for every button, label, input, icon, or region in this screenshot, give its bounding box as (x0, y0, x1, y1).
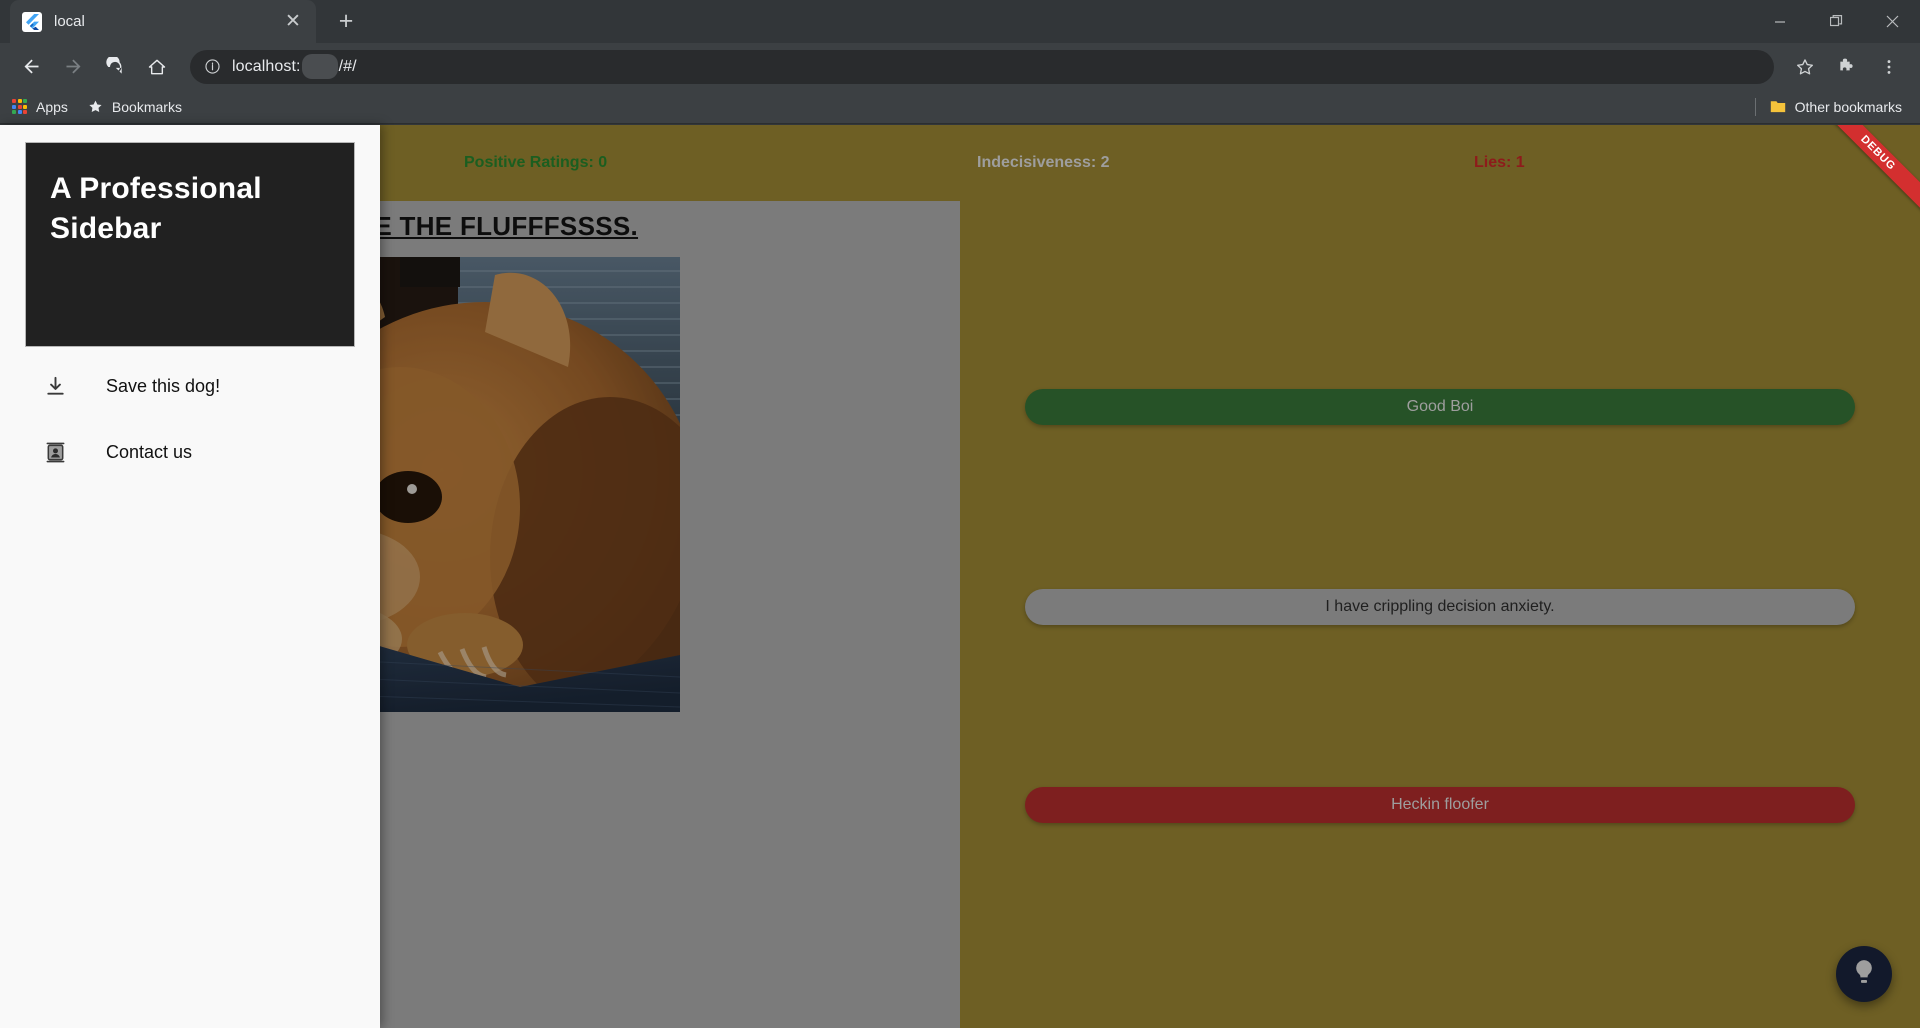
forward-arrow-icon[interactable] (52, 46, 94, 88)
download-icon (42, 375, 68, 398)
sidebar-item-contact-us[interactable]: Contact us (0, 425, 380, 479)
sidebar-header: A Professional Sidebar (25, 142, 355, 347)
info-circle-icon[interactable] (204, 58, 221, 75)
folder-icon (1770, 99, 1786, 114)
sidebar-header-title: A Professional Sidebar (50, 172, 262, 245)
bookmark-bookmarks-folder[interactable]: Bookmarks (88, 99, 182, 115)
hint-fab-button[interactable] (1836, 946, 1892, 1002)
sidebar-item-label: Save this dog! (106, 375, 221, 396)
navigation-toolbar: localhost: /#/ (0, 43, 1920, 90)
bookmarks-bar: Apps Bookmarks Other bookmarks (0, 90, 1920, 124)
puzzle-piece-icon[interactable] (1826, 46, 1868, 88)
other-bookmarks-area: Other bookmarks (1754, 97, 1908, 116)
apps-grid-icon (12, 99, 27, 114)
bookmark-bookmarks-label: Bookmarks (111, 98, 182, 115)
lightbulb-icon (1849, 957, 1879, 992)
bookmark-apps-label: Apps (36, 98, 68, 115)
other-bookmarks-button[interactable]: Other bookmarks (1770, 99, 1902, 115)
three-dot-menu-icon[interactable] (1868, 46, 1910, 88)
reload-icon[interactable] (94, 46, 136, 88)
tab-title: local (54, 13, 85, 30)
new-tab-button[interactable]: + (332, 9, 360, 34)
rate-indecisive-button[interactable]: I have crippling decision anxiety. (1025, 589, 1855, 625)
browser-window: local ✕ + localhost: /#/ Apps Bookmarks … (0, 0, 1920, 1028)
sidebar-item-label: Contact us (106, 441, 193, 462)
toolbar-divider (1754, 97, 1756, 116)
url-prefix-text: localhost: (232, 57, 301, 75)
stat-indecisiveness: Indecisiveness: 2 (977, 154, 1110, 171)
stat-lies: Lies: 1 (1474, 154, 1525, 171)
close-icon[interactable] (1864, 0, 1920, 43)
rate-good-boi-button[interactable]: Good Boi (1025, 389, 1855, 425)
tab-strip: local ✕ + (0, 0, 1920, 43)
restore-icon[interactable] (1808, 0, 1864, 43)
other-bookmarks-label: Other bookmarks (1794, 98, 1902, 115)
url-redacted-port (301, 54, 338, 79)
browser-tab[interactable]: local ✕ (10, 0, 316, 43)
star-icon[interactable] (1784, 46, 1826, 88)
address-bar[interactable]: localhost: /#/ (190, 49, 1774, 84)
rating-panel: Good Boi I have crippling decision anxie… (960, 201, 1920, 1028)
toolbar-right-actions (1784, 46, 1910, 88)
sidebar-drawer: A Professional Sidebar Save this dog! Co… (0, 125, 380, 1028)
url-suffix-text: /#/ (338, 57, 357, 75)
tab-close-icon[interactable]: ✕ (282, 12, 304, 31)
star-icon (88, 99, 103, 114)
stat-positive-ratings: Positive Ratings: 0 (464, 154, 608, 171)
contact-card-icon (42, 441, 68, 464)
rate-heckin-floofer-button[interactable]: Heckin floofer (1025, 787, 1855, 823)
back-arrow-icon[interactable] (10, 46, 52, 88)
bookmark-apps[interactable]: Apps (12, 99, 68, 115)
home-icon[interactable] (136, 46, 178, 88)
minimize-icon[interactable] (1752, 0, 1808, 43)
sidebar-item-save-this-dog[interactable]: Save this dog! (0, 359, 380, 413)
flutter-logo-icon (22, 11, 42, 32)
window-controls (1752, 0, 1920, 43)
